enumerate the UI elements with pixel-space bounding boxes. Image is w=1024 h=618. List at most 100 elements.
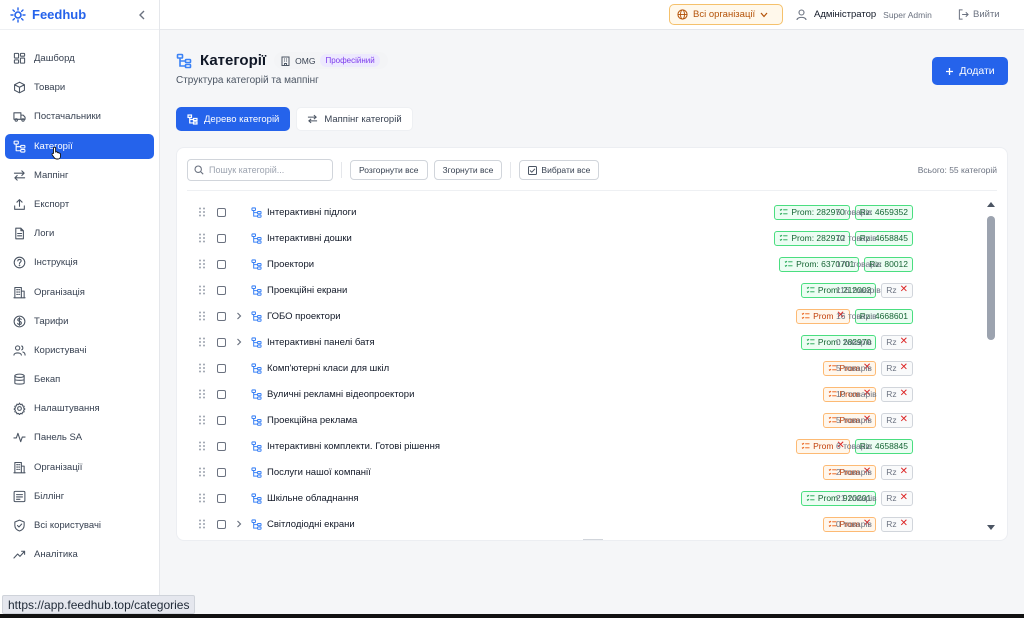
scroll-up-arrow[interactable] — [987, 202, 995, 207]
row-checkbox[interactable] — [217, 415, 226, 425]
tab-category-tree[interactable]: Дерево категорій — [176, 107, 291, 131]
rz-missing-badge[interactable]: Rz ✕ — [881, 464, 913, 480]
drag-handle-icon[interactable] — [198, 259, 206, 269]
drag-handle-icon[interactable] — [198, 285, 206, 295]
sidebar-item-2[interactable]: Постачальники — [5, 104, 154, 129]
sidebar-nav: Дашборд Товари Постачальники Категорії Маппі… — [5, 46, 154, 571]
drag-handle-icon[interactable] — [198, 363, 206, 373]
rz-missing-badge[interactable]: Rz ✕ — [881, 412, 913, 428]
add-button[interactable]: Додати — [932, 57, 1008, 85]
logout-button[interactable]: Вийти — [958, 4, 1000, 25]
row-checkbox[interactable] — [217, 493, 226, 503]
rz-missing-label: Rz — [886, 467, 897, 477]
rz-missing-badge[interactable]: Rz ✕ — [881, 282, 913, 298]
categories-panel: Розгорнути все Згорнути все Вибрати все … — [176, 147, 1008, 541]
sidebar-item-5[interactable]: Експорт — [5, 192, 154, 217]
sidebar-item-15[interactable]: Біллінг — [5, 484, 154, 509]
sidebar-item-6[interactable]: Логи — [5, 221, 154, 246]
drag-handle-icon[interactable] — [198, 311, 206, 321]
category-row[interactable]: Інтерактивні панелі батя Prom: 282970 Rz ✕ 0… — [177, 329, 983, 355]
sidebar-item-3[interactable]: Категорії — [5, 133, 154, 159]
category-row[interactable]: Послуги нашої компанії Prom ✕ Rz ✕ 2 товарів — [177, 459, 983, 485]
drag-handle-icon[interactable] — [198, 467, 206, 477]
rz-missing-badge[interactable]: Rz ✕ — [881, 360, 913, 376]
x-icon: ✕ — [899, 518, 908, 529]
row-checkbox[interactable] — [217, 389, 226, 399]
rz-missing-badge[interactable]: Rz ✕ — [881, 516, 913, 532]
row-checkbox[interactable] — [217, 259, 226, 269]
user-menu[interactable]: Адміністратор Super Admin — [796, 4, 932, 25]
category-row[interactable]: Проекційні екрани Prom: 212003 Rz ✕ 116 това… — [177, 277, 983, 303]
category-row[interactable]: Світлодіодні екрани Prom ✕ Rz ✕ 0 товарів — [177, 511, 983, 537]
row-checkbox[interactable] — [217, 519, 226, 529]
drag-handle-icon[interactable] — [198, 207, 206, 217]
sidebar-item-16[interactable]: Всі користувачі — [5, 513, 154, 538]
toolbar-divider — [341, 162, 342, 178]
row-checkbox[interactable] — [217, 285, 226, 295]
collapse-sidebar-button[interactable] — [135, 8, 149, 22]
chevron-right-icon[interactable] — [235, 338, 243, 346]
drag-handle-icon[interactable] — [198, 519, 206, 529]
category-row[interactable]: Комп'ютерні класи для шкіл Prom ✕ Rz ✕ 5 това… — [177, 355, 983, 381]
list-icon — [806, 338, 815, 345]
row-checkbox[interactable] — [217, 441, 226, 451]
sidebar-item-11[interactable]: Бекап — [5, 367, 154, 392]
category-row[interactable]: Інтерактивні комплекти. Готові рішення Pr… — [177, 433, 983, 459]
sidebar-item-4[interactable]: Маппінг — [5, 163, 154, 188]
expand-all-button[interactable]: Розгорнути все — [350, 160, 428, 180]
sidebar-item-7[interactable]: Інструкція — [5, 250, 154, 275]
rz-missing-badge[interactable]: Rz ✕ — [881, 334, 913, 350]
product-count: 5 товарів — [836, 415, 872, 425]
sidebar-item-label: Товари — [34, 82, 66, 94]
sidebar-item-12[interactable]: Налаштування — [5, 396, 154, 421]
drag-handle-icon[interactable] — [198, 441, 206, 451]
search-input[interactable] — [209, 165, 324, 175]
row-checkbox[interactable] — [217, 207, 226, 217]
add-button-label: Додати — [959, 65, 995, 77]
sidebar-item-17[interactable]: Аналітика — [5, 542, 154, 567]
sidebar-item-0[interactable]: Дашборд — [5, 46, 154, 71]
category-row[interactable]: Інтерактивні дошки Prom: 282970 Rz: 465884… — [177, 225, 983, 251]
rz-missing-badge[interactable]: Rz ✕ — [881, 490, 913, 506]
row-checkbox[interactable] — [217, 337, 226, 347]
product-count: 2 товарів — [836, 467, 872, 477]
category-row[interactable]: Проектори Prom: 6370701 Rz: 80012 170 товар… — [177, 251, 983, 277]
drag-handle-icon[interactable] — [198, 415, 206, 425]
sidebar-item-10[interactable]: Користувачі — [5, 338, 154, 363]
x-icon: ✕ — [899, 336, 908, 347]
drag-handle-icon[interactable] — [198, 337, 206, 347]
scrollbar[interactable] — [985, 202, 997, 530]
select-all-button[interactable]: Вибрати все — [519, 160, 600, 180]
category-row[interactable]: Інтерактивні підлоги Prom: 282970 Rz: 4659… — [177, 199, 983, 225]
sidebar-item-9[interactable]: Тарифи — [5, 309, 154, 334]
category-row[interactable]: ГОБО проектори Prom ✕ Rz: 4668601 16 товарів — [177, 303, 983, 329]
chevron-right-icon[interactable] — [235, 312, 243, 320]
row-checkbox[interactable] — [217, 363, 226, 373]
drag-handle-icon[interactable] — [198, 233, 206, 243]
chevron-right-icon[interactable] — [235, 520, 243, 528]
category-row[interactable]: Вуличні рекламні відеопроектори Prom ✕ Rz ✕ 1… — [177, 381, 983, 407]
checkbox-checked-icon — [528, 165, 538, 175]
category-row[interactable]: Проекційна реклама Prom ✕ Rz ✕ 5 товарів — [177, 407, 983, 433]
search-box[interactable] — [187, 159, 333, 181]
resize-handle[interactable] — [583, 539, 603, 540]
collapse-all-button[interactable]: Згорнути все — [433, 160, 503, 180]
sidebar-item-8[interactable]: Організація — [5, 280, 154, 305]
row-checkbox[interactable] — [217, 467, 226, 477]
scroll-down-arrow[interactable] — [987, 525, 995, 530]
drag-handle-icon[interactable] — [198, 493, 206, 503]
sidebar-item-13[interactable]: Панель SA — [5, 425, 154, 450]
rz-missing-badge[interactable]: Rz ✕ — [881, 386, 913, 402]
drag-handle-icon[interactable] — [198, 389, 206, 399]
row-checkbox[interactable] — [217, 233, 226, 243]
category-row[interactable]: Шкільне обладнання Prom: 920201 Rz ✕ 21 това… — [177, 485, 983, 511]
plus-icon — [946, 67, 954, 75]
sidebar-item-1[interactable]: Товари — [5, 75, 154, 100]
row-checkbox[interactable] — [217, 311, 226, 321]
scrollbar-thumb[interactable] — [987, 216, 995, 340]
tab-category-mapping[interactable]: Маппінг категорій — [296, 107, 413, 131]
sidebar-item-14[interactable]: Організації — [5, 455, 154, 480]
arrows-icon — [13, 170, 26, 181]
organization-selector[interactable]: Всі організації — [669, 4, 783, 25]
brand[interactable]: Feedhub — [0, 0, 159, 30]
